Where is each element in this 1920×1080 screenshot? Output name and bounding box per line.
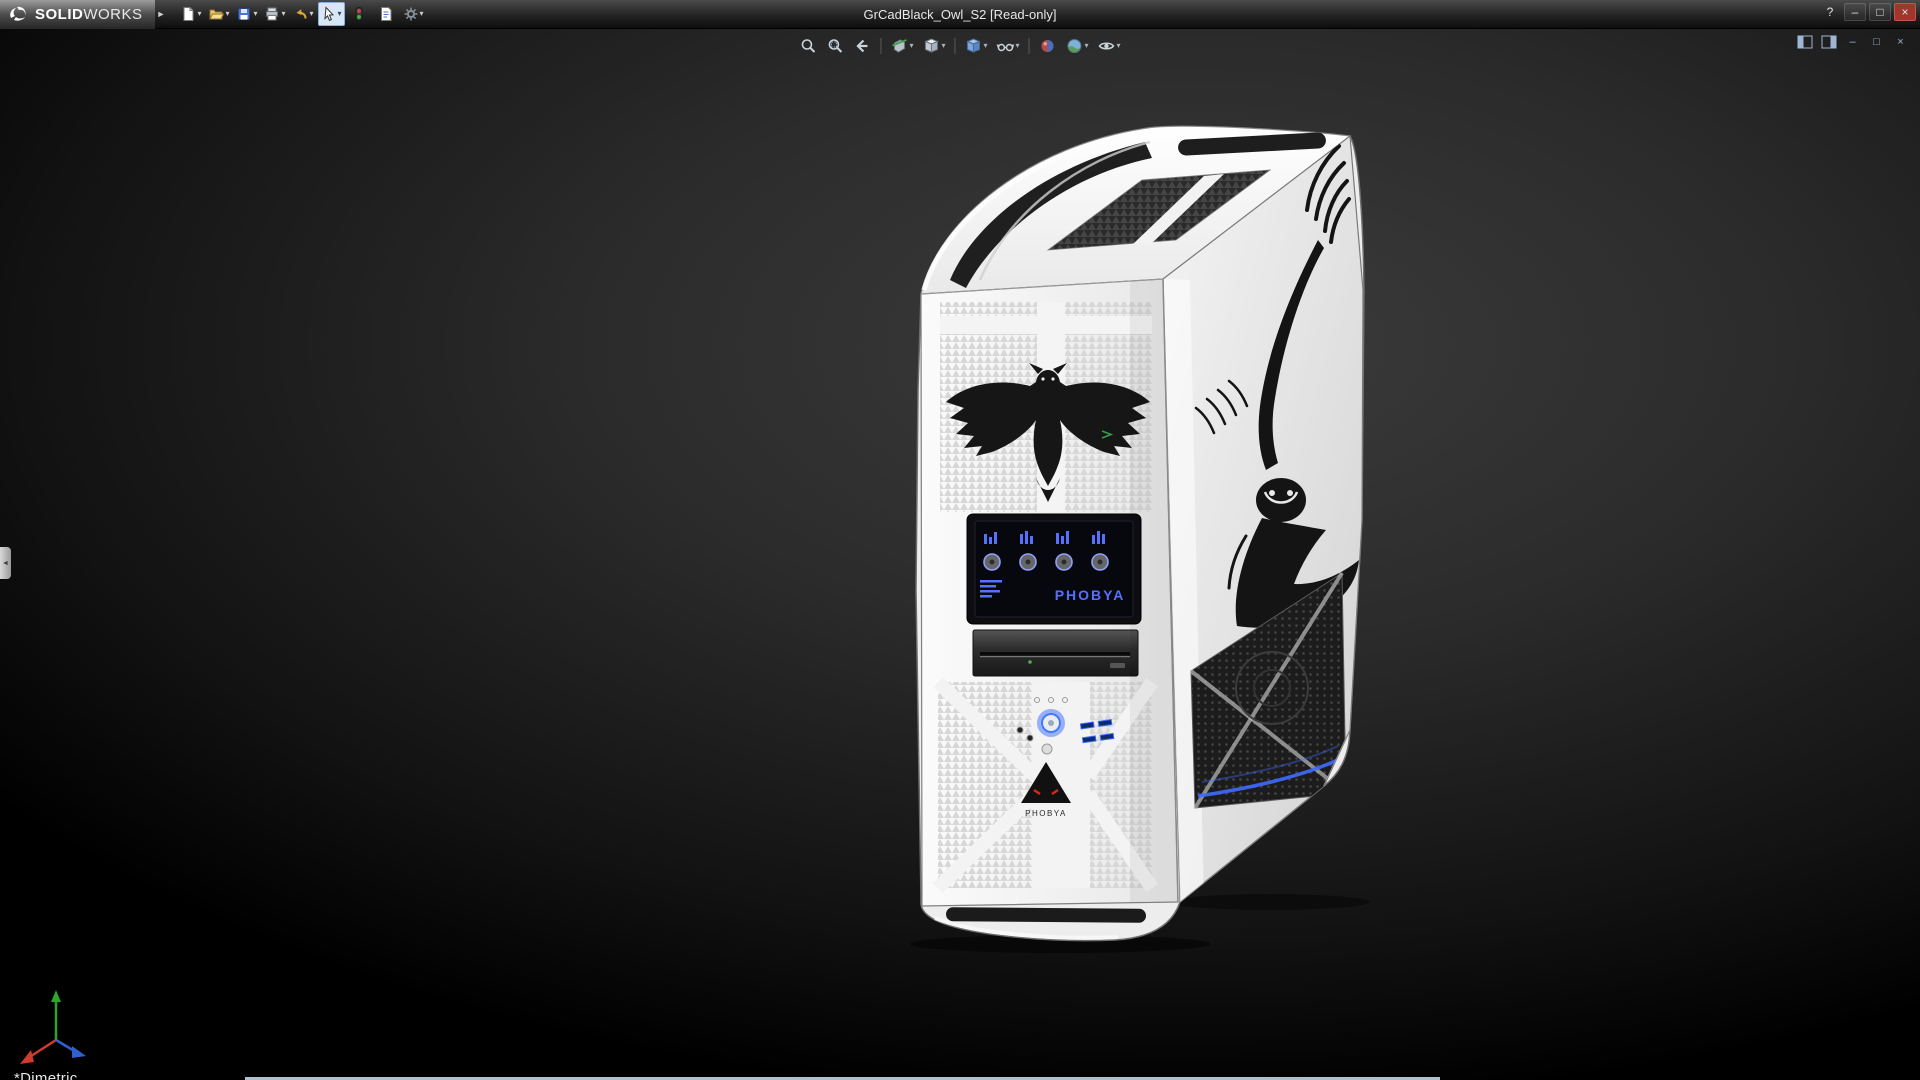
model-pc-case[interactable]: PHOBYA xyxy=(880,90,1400,970)
triad-z-axis[interactable] xyxy=(72,1046,86,1058)
document-close-button[interactable]: × xyxy=(1891,34,1910,50)
section-view-button[interactable]: ▾ xyxy=(887,34,916,58)
file-properties-icon xyxy=(378,6,394,22)
options-gear-icon xyxy=(403,6,419,22)
restore-button[interactable]: □ xyxy=(1869,3,1891,21)
undo-button[interactable]: ▾ xyxy=(290,2,317,26)
eject-button[interactable] xyxy=(1110,663,1125,668)
dassault-3ds-icon xyxy=(8,5,28,23)
hide-show-items-button[interactable]: ▾ xyxy=(994,34,1023,58)
view-orientation-label: *Dimetric xyxy=(14,1070,78,1080)
front-top-mesh[interactable] xyxy=(940,302,1152,540)
select-cursor-icon xyxy=(321,6,337,22)
reset-button[interactable] xyxy=(1042,744,1052,754)
print-icon xyxy=(264,6,280,22)
audio-jack[interactable] xyxy=(1017,727,1023,733)
heads-up-view-toolbar: ▾ ▾ ▾ ▾ xyxy=(796,34,1123,58)
audio-jack[interactable] xyxy=(1027,735,1033,741)
dropdown-arrow-icon[interactable]: ▾ xyxy=(310,10,314,18)
save-button[interactable]: ▾ xyxy=(233,2,260,26)
optical-drive[interactable] xyxy=(973,630,1138,676)
rebuild-button[interactable] xyxy=(346,2,372,26)
file-properties-button[interactable] xyxy=(373,2,399,26)
save-icon xyxy=(236,6,252,22)
front-logo-text: PHOBYA xyxy=(1025,809,1067,818)
window-controls: ? – □ × xyxy=(1819,3,1916,21)
bottom-skid-slot xyxy=(946,907,1146,923)
lcd-brand-text: PHOBYA xyxy=(1055,587,1126,603)
dropdown-arrow-icon[interactable]: ▾ xyxy=(281,10,285,18)
feature-manager-collapse-tab[interactable]: ◄ xyxy=(0,547,11,579)
previous-view-button[interactable] xyxy=(850,34,874,58)
open-button[interactable]: ▾ xyxy=(205,2,232,26)
zoom-to-area-button[interactable] xyxy=(823,34,847,58)
front-bottom-mesh[interactable]: PHOBYA xyxy=(938,682,1152,888)
close-button[interactable]: × xyxy=(1894,3,1916,21)
help-button[interactable]: ? xyxy=(1819,3,1841,21)
dropdown-arrow-icon[interactable]: ▾ xyxy=(1016,42,1020,50)
pane-right-toggle-button[interactable] xyxy=(1819,34,1838,50)
zoom-to-fit-icon xyxy=(799,37,817,55)
undo-icon xyxy=(293,6,309,22)
view-settings-button[interactable]: ▾ xyxy=(1095,34,1124,58)
dropdown-arrow-icon[interactable]: ▾ xyxy=(253,10,257,18)
new-document-button[interactable]: ▾ xyxy=(177,2,204,26)
dropdown-arrow-icon[interactable]: ▾ xyxy=(909,42,913,50)
print-button[interactable]: ▾ xyxy=(261,2,288,26)
dropdown-arrow-icon[interactable]: ▾ xyxy=(983,42,987,50)
pane-right-icon xyxy=(1821,35,1837,49)
display-style-button[interactable]: ▾ xyxy=(961,34,990,58)
orientation-triad[interactable] xyxy=(14,982,106,1074)
toolbar-separator xyxy=(1029,38,1030,54)
triad-y-axis[interactable] xyxy=(51,990,61,1002)
view-orientation-cube-icon xyxy=(922,37,940,55)
new-document-icon xyxy=(180,6,196,22)
ground-shadow xyxy=(1170,894,1370,910)
apply-scene-icon xyxy=(1066,37,1084,55)
menu-expand-arrow[interactable]: ► xyxy=(157,9,166,19)
document-minimize-button[interactable]: – xyxy=(1843,34,1862,50)
section-view-icon xyxy=(890,37,908,55)
triad-x-axis[interactable] xyxy=(20,1050,34,1064)
edit-appearance-ball-icon xyxy=(1039,37,1057,55)
document-window-controls: – □ × xyxy=(1795,34,1910,50)
display-style-icon xyxy=(964,37,982,55)
zoom-to-area-icon xyxy=(826,37,844,55)
view-settings-eye-icon xyxy=(1098,37,1116,55)
case-front-panel[interactable]: PHOBYA xyxy=(921,279,1178,909)
dropdown-arrow-icon[interactable]: ▾ xyxy=(420,10,424,18)
apply-scene-button[interactable]: ▾ xyxy=(1063,34,1092,58)
titlebar: SOLIDWORKS ► ▾ ▾ ▾ xyxy=(0,0,1920,29)
toolbar-separator xyxy=(954,38,955,54)
select-button[interactable]: ▾ xyxy=(318,2,345,26)
dropdown-arrow-icon[interactable]: ▾ xyxy=(1117,42,1121,50)
rebuild-stoplight-icon xyxy=(351,6,367,22)
pane-left-toggle-button[interactable] xyxy=(1795,34,1814,50)
toolbar-separator xyxy=(880,38,881,54)
drive-led xyxy=(1028,660,1032,664)
solidworks-logo: SOLIDWORKS xyxy=(0,0,155,29)
solidworks-logo-text: SOLIDWORKS xyxy=(35,6,143,23)
dropdown-arrow-icon[interactable]: ▾ xyxy=(338,10,342,18)
edit-appearance-button[interactable] xyxy=(1036,34,1060,58)
previous-view-icon xyxy=(853,37,871,55)
dropdown-arrow-icon[interactable]: ▾ xyxy=(941,42,945,50)
zoom-to-fit-button[interactable] xyxy=(796,34,820,58)
open-folder-icon xyxy=(208,6,224,22)
document-restore-button[interactable]: □ xyxy=(1867,34,1886,50)
minimize-button[interactable]: – xyxy=(1844,3,1866,21)
dropdown-arrow-icon[interactable]: ▾ xyxy=(197,10,201,18)
options-button[interactable]: ▾ xyxy=(400,2,427,26)
pane-left-icon xyxy=(1797,35,1813,49)
standard-toolbar: ▾ ▾ ▾ ▾ ▾ xyxy=(177,2,426,26)
fan-controller-lcd[interactable]: PHOBYA xyxy=(967,514,1141,624)
dropdown-arrow-icon[interactable]: ▾ xyxy=(1085,42,1089,50)
view-orientation-button[interactable]: ▾ xyxy=(919,34,948,58)
hide-show-glasses-icon xyxy=(997,37,1015,55)
graphics-viewport[interactable]: ▾ ▾ ▾ ▾ xyxy=(0,29,1920,1080)
dropdown-arrow-icon[interactable]: ▾ xyxy=(225,10,229,18)
